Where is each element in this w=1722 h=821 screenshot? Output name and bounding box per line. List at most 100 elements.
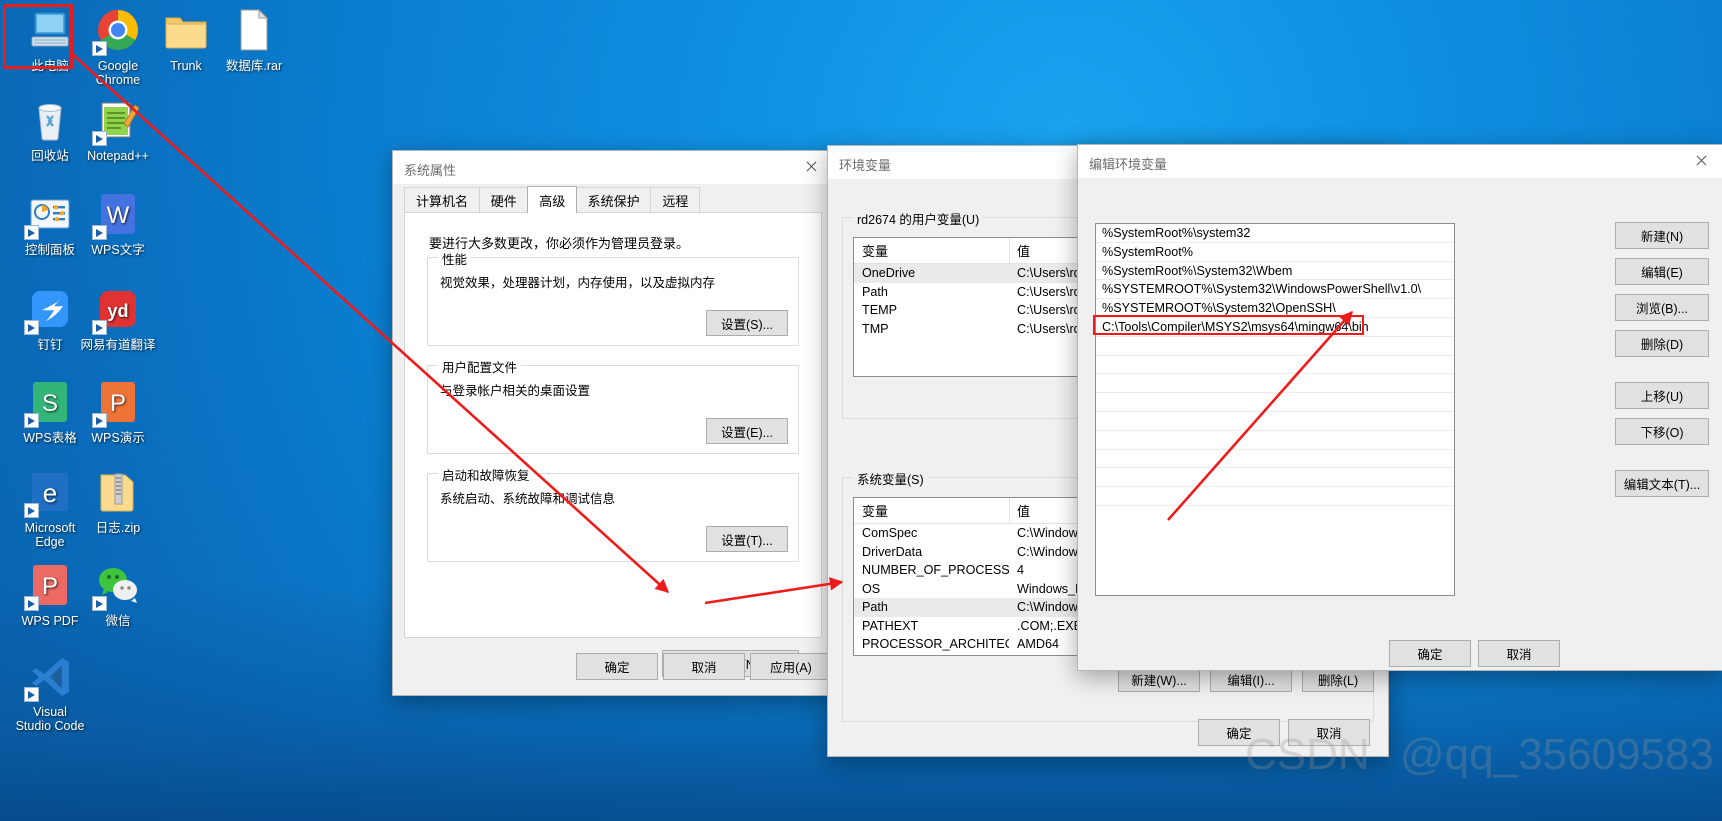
svg-text:P: P [110, 390, 126, 417]
tab-label: 计算机名 [416, 193, 469, 209]
user-profiles-description: 与登录帐户相关的桌面设置 [440, 384, 591, 398]
user-profiles-settings-button[interactable]: 设置(E)... [706, 418, 788, 444]
desktop-icon-zip-archive[interactable]: 日志.zip [72, 468, 164, 535]
move-down-button[interactable]: 下移(O) [1615, 418, 1709, 445]
path-entry-row[interactable] [1096, 487, 1454, 506]
performance-settings-button[interactable]: 设置(S)... [706, 310, 788, 336]
dingtalk-icon [24, 285, 74, 335]
tab-2[interactable]: 高级 [527, 186, 578, 213]
desktop-icon-wps-presentation[interactable]: P WPS演示 [72, 378, 164, 445]
svg-text:S: S [42, 390, 58, 417]
desktop-icon-label: WPS演示 [91, 431, 145, 445]
desktop-icon-wechat[interactable]: 微信 [72, 561, 164, 628]
desktop-icon-label: 网易有道翻译 [80, 338, 156, 352]
startup-recovery-group: 启动和故障恢复 系统启动、系统故障和调试信息 设置(T)... [427, 465, 799, 562]
path-entry-row[interactable] [1096, 393, 1454, 412]
delete-button[interactable]: 删除(D) [1615, 330, 1709, 357]
desktop-icon-label: 日志.zip [95, 521, 141, 535]
desktop-icon-wps-writer[interactable]: W WPS文字 [72, 190, 164, 257]
desktop-icon-rar-archive[interactable]: 数据库.rar [208, 6, 300, 73]
environment-variables-title: 环境变量 [839, 158, 892, 173]
desktop-icon-notepad-plus-plus[interactable]: Notepad++ [72, 96, 164, 163]
tab-4[interactable]: 远程 [650, 187, 701, 212]
shortcut-overlay-icon [92, 131, 107, 146]
tab-3[interactable]: 系统保护 [575, 187, 652, 212]
path-entry-row[interactable] [1096, 412, 1454, 431]
tab-0[interactable]: 计算机名 [404, 187, 481, 212]
performance-group-legend: 性能 [438, 249, 472, 268]
watermark-csdn: CSDN [1245, 730, 1370, 779]
wechat-icon [92, 561, 142, 611]
path-entries-list[interactable]: %SystemRoot%\system32 %SystemRoot% %System… [1095, 223, 1455, 596]
path-entry-row[interactable] [1096, 356, 1454, 375]
variable-name-cell: TEMP [862, 303, 897, 318]
desktop-icon-label: Notepad++ [87, 149, 149, 163]
edit-button[interactable]: 编辑(E) [1615, 258, 1709, 285]
edit-env-ok-button[interactable]: 确定 [1389, 640, 1471, 667]
system-variables-legend: 系统变量(S) [853, 469, 928, 488]
edit-text-button[interactable]: 编辑文本(T)... [1615, 470, 1709, 497]
column-separator [1009, 498, 1010, 523]
path-entry-text: %SystemRoot%\system32 [1102, 226, 1251, 240]
svg-text:P: P [42, 573, 58, 600]
svg-text:W: W [107, 202, 130, 229]
edit-env-cancel-button[interactable]: 取消 [1478, 640, 1560, 667]
path-entry-row[interactable]: %SYSTEMROOT%\System32\WindowsPowerShell\… [1096, 280, 1454, 300]
microsoft-edge-icon: e [24, 468, 74, 518]
edit-environment-variable-titlebar: 编辑环境变量 [1078, 145, 1722, 178]
path-entry-row[interactable]: %SystemRoot%\system32 [1096, 224, 1454, 243]
tab-1[interactable]: 硬件 [478, 187, 529, 212]
folder-icon [162, 6, 210, 54]
system-properties-window: 系统属性 计算机名 硬件 高级 系统保护 远程 要进行大多数更改，你必须作为管理员登录。… [392, 150, 834, 696]
shortcut-overlay-icon [92, 225, 107, 240]
system-properties-ok-button[interactable]: 确定 [576, 653, 658, 680]
performance-group: 性能 视觉效果，处理器计划，内存使用，以及虚拟内存 设置(S)... [427, 249, 799, 346]
wps-presentation-icon: P [92, 378, 142, 428]
wps-pdf-icon: P [24, 561, 74, 611]
user-variables-legend: rd2674 的用户变量(U) [853, 209, 984, 228]
column-separator [1009, 238, 1010, 263]
edit-environment-variable-window: 编辑环境变量 %SystemRoot%\system32 %SystemRoot%… [1077, 144, 1722, 671]
desktop-icon-label: 数据库.rar [225, 59, 283, 73]
path-entry-text: %SYSTEMROOT%\System32\WindowsPowerShell\… [1102, 282, 1422, 297]
path-entry-row[interactable] [1096, 450, 1454, 469]
startup-recovery-description: 系统启动、系统故障和调试信息 [440, 492, 616, 506]
browse-button[interactable]: 浏览(B)... [1615, 294, 1709, 321]
shortcut-overlay-icon [92, 413, 107, 428]
system-properties-cancel-button[interactable]: 取消 [663, 653, 745, 680]
move-up-button[interactable]: 上移(U) [1615, 382, 1709, 409]
variable-name-cell: Path [862, 600, 888, 615]
system-properties-titlebar: 系统属性 [393, 151, 833, 184]
rar-archive-icon [230, 6, 278, 54]
new-button[interactable]: 新建(N) [1615, 222, 1709, 249]
close-icon[interactable] [1679, 145, 1722, 176]
watermark-handle: @qq_35609583 [1400, 730, 1714, 779]
desktop-icon-youdao-translate[interactable]: yd 网易有道翻译 [72, 285, 164, 352]
variable-name-cell: OneDrive [862, 266, 916, 281]
wps-spreadsheet-icon: S [24, 378, 74, 428]
variable-name-cell: PROCESSOR_ARCHITECT... [862, 637, 1009, 652]
desktop-icon-visual-studio-code[interactable]: Visual Studio Code [4, 652, 96, 733]
path-entry-row[interactable] [1096, 374, 1454, 394]
path-entry-row[interactable]: %SystemRoot% [1096, 243, 1454, 262]
wps-writer-icon: W [92, 190, 142, 240]
variable-name-cell: ComSpec [862, 526, 918, 541]
control-panel-icon [24, 190, 74, 240]
svg-text:e: e [43, 478, 57, 508]
shortcut-overlay-icon [24, 225, 39, 240]
user-variables-header-variable: 变量 [862, 244, 889, 259]
path-entry-row[interactable] [1096, 431, 1454, 450]
path-entry-row[interactable]: %SystemRoot%\System32\Wbem [1096, 262, 1454, 281]
tab-label: 硬件 [490, 193, 517, 209]
selection-highlight-box [3, 4, 73, 69]
system-properties-apply-button[interactable]: 应用(A) [750, 653, 832, 680]
system-properties-title: 系统属性 [404, 163, 457, 178]
system-properties-footer: 确定 取消 应用(A) [393, 638, 833, 695]
svg-text:yd: yd [107, 301, 128, 321]
advanced-tab-panel: 要进行大多数更改，你必须作为管理员登录。 性能 视觉效果，处理器计划，内存使用，… [404, 212, 822, 677]
desktop-icon-label: WPS文字 [91, 243, 145, 257]
path-entry-row[interactable] [1096, 337, 1454, 356]
path-entry-row[interactable] [1096, 468, 1454, 488]
startup-recovery-settings-button[interactable]: 设置(T)... [706, 526, 788, 552]
startup-recovery-group-legend: 启动和故障恢复 [438, 465, 534, 484]
